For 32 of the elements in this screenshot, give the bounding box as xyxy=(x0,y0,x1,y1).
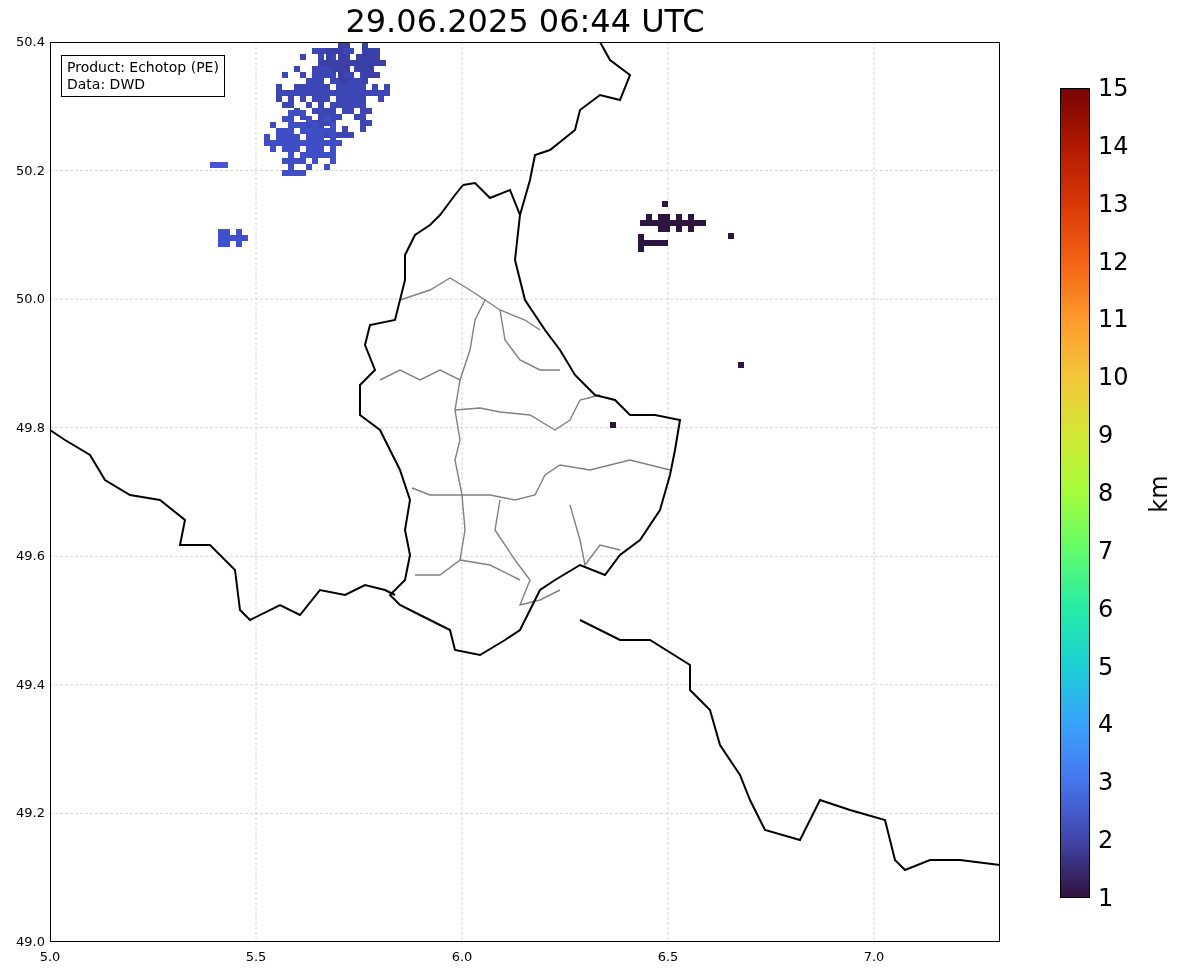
latitude-tick-label: 49.2 xyxy=(16,804,45,823)
colorbar-tick-label: 12 xyxy=(1098,247,1129,276)
colorbar-tick-label: 8 xyxy=(1098,479,1114,507)
colorbar-tick-label: 6 xyxy=(1098,594,1114,623)
colorbar-tick-label: 3 xyxy=(1098,768,1114,797)
colorbar-tick-label: 1 xyxy=(1098,884,1114,912)
longitude-tick-label: 5.0 xyxy=(39,949,61,964)
longitude-tick-label: 6.5 xyxy=(657,949,679,964)
latitude-tick-label: 50.4 xyxy=(16,33,45,51)
latitude-tick-label: 49.0 xyxy=(16,933,45,951)
colorbar-tick-label: 15 xyxy=(1098,74,1129,102)
longitude-tick-label: 6.0 xyxy=(451,949,473,964)
colorbar-tick-label: 7 xyxy=(1098,536,1114,565)
colorbar-tick-label: 14 xyxy=(1098,131,1129,160)
latitude-tick-label: 49.4 xyxy=(16,675,45,694)
colorbar-tick-label: 11 xyxy=(1098,305,1129,334)
colorbar-tick-label: 13 xyxy=(1098,189,1129,218)
map-title: 29.06.2025 06:44 UTC xyxy=(345,2,705,40)
colorbar-tick-label: 5 xyxy=(1098,652,1114,681)
latitude-tick-label: 49.6 xyxy=(16,547,45,566)
latitude-tick-label: 49.8 xyxy=(16,418,45,437)
longitude-tick-label: 5.5 xyxy=(245,949,267,964)
colorbar-tick-label: 4 xyxy=(1098,710,1114,739)
latitude-tick-label: 50.0 xyxy=(16,290,45,309)
longitude-tick-label: 7.0 xyxy=(863,949,885,964)
colorbar-label: km xyxy=(1144,475,1173,513)
info-text: Product: Echotop (PE) xyxy=(67,59,219,76)
colorbar-tick-label: 9 xyxy=(1098,421,1114,450)
colorbar-tick-label: 10 xyxy=(1098,363,1129,392)
info-text: Data: DWD xyxy=(67,76,146,93)
colorbar-tick-label: 2 xyxy=(1098,826,1114,855)
latitude-tick-label: 50.2 xyxy=(16,161,45,180)
